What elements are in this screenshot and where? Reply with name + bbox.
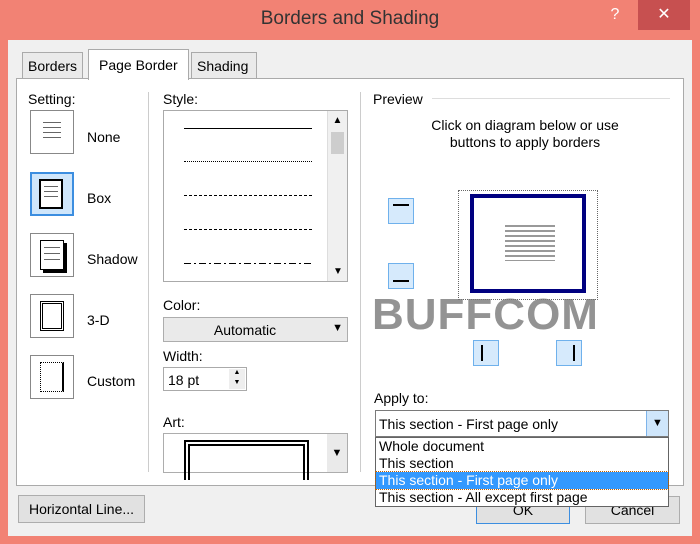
apply-to-label: Apply to: xyxy=(374,390,429,406)
spin-down-icon[interactable]: ▼ xyxy=(229,379,245,389)
close-button[interactable]: ✕ xyxy=(638,0,690,30)
apply-to-value: This section - First page only xyxy=(379,416,558,432)
spin-up-icon[interactable]: ▲ xyxy=(229,369,245,379)
window-title: Borders and Shading xyxy=(260,8,440,29)
setting-3d-button[interactable] xyxy=(30,294,74,338)
bottom-border-icon xyxy=(393,280,409,282)
top-border-icon xyxy=(393,204,409,207)
style-label: Style: xyxy=(163,91,199,107)
width-value: 18 pt xyxy=(168,372,200,388)
horizontal-line-button[interactable]: Horizontal Line... xyxy=(18,495,145,523)
scroll-thumb[interactable] xyxy=(331,132,344,154)
divider xyxy=(360,92,361,472)
setting-shadow-label: Shadow xyxy=(87,251,138,267)
3d-icon xyxy=(40,301,64,331)
custom-icon xyxy=(40,362,64,392)
setting-custom-button[interactable] xyxy=(30,355,74,399)
setting-none-label: None xyxy=(87,129,121,145)
setting-label: Setting: xyxy=(28,91,76,107)
art-label: Art: xyxy=(163,414,185,430)
style-dashed-small[interactable] xyxy=(184,195,312,196)
right-border-icon xyxy=(573,345,575,361)
preview-hint: Click on diagram below or use buttons to… xyxy=(431,117,619,150)
style-dashed[interactable] xyxy=(184,229,312,230)
width-field[interactable]: 18 pt ▲ ▼ xyxy=(163,367,247,391)
apply-to-options: Whole document This section This section… xyxy=(375,437,669,507)
top-border-button[interactable] xyxy=(388,198,414,224)
scroll-up-icon[interactable]: ▲ xyxy=(328,115,347,126)
setting-custom-label: Custom xyxy=(87,373,136,389)
setting-box-label: Box xyxy=(87,190,112,206)
setting-none-button[interactable] xyxy=(30,110,74,154)
scroll-down-icon[interactable]: ▼ xyxy=(328,266,348,277)
width-label: Width: xyxy=(163,348,203,364)
tab-page-border[interactable]: Page Border xyxy=(88,49,189,80)
option-whole-document[interactable]: Whole document xyxy=(376,438,668,455)
style-dotted[interactable] xyxy=(184,161,312,162)
preview-guides xyxy=(458,190,598,300)
shadow-icon xyxy=(40,240,64,270)
box-icon xyxy=(39,179,63,209)
style-scrollbar[interactable]: ▲ ▼ xyxy=(327,111,347,281)
chevron-down-icon: ▼ xyxy=(327,434,347,472)
tab-shading[interactable]: Shading xyxy=(191,52,258,79)
color-dropdown[interactable]: Automatic ▼ xyxy=(163,317,348,342)
divider xyxy=(148,92,149,472)
color-label: Color: xyxy=(163,297,201,313)
art-preview xyxy=(184,440,309,480)
setting-box-button[interactable] xyxy=(30,172,74,216)
style-solid[interactable] xyxy=(184,128,312,129)
left-border-icon xyxy=(481,345,483,361)
setting-shadow-button[interactable] xyxy=(30,233,74,277)
option-all-except-first[interactable]: This section - All except first page xyxy=(376,489,668,506)
setting-3d-label: 3-D xyxy=(87,312,110,328)
watermark-logo: BUFFCOM xyxy=(372,290,599,339)
apply-to-dropdown[interactable]: This section - First page only ▼ xyxy=(375,410,669,437)
preview-label: Preview xyxy=(373,91,423,107)
option-first-page-only[interactable]: This section - First page only xyxy=(375,471,669,490)
style-dash-dot[interactable] xyxy=(184,263,312,264)
color-value: Automatic xyxy=(213,322,277,338)
chevron-down-icon: ▼ xyxy=(332,322,343,334)
art-dropdown[interactable]: ▼ xyxy=(163,433,348,480)
tab-borders[interactable]: Borders xyxy=(22,52,84,79)
option-this-section[interactable]: This section xyxy=(376,455,668,472)
help-button[interactable]: ? xyxy=(600,0,630,30)
chevron-down-icon[interactable]: ▼ xyxy=(646,411,668,436)
bottom-border-button[interactable] xyxy=(388,263,414,289)
divider xyxy=(432,98,670,99)
left-border-button[interactable] xyxy=(473,340,499,366)
right-border-button[interactable] xyxy=(556,340,582,366)
style-list[interactable]: ▲ ▼ xyxy=(163,110,348,282)
page-icon xyxy=(40,117,64,147)
